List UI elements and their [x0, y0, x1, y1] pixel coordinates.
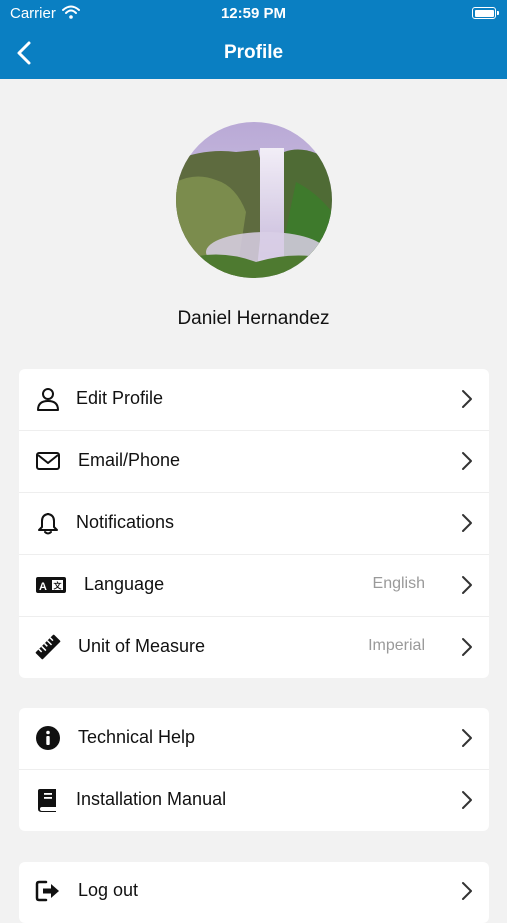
row-label: Email/Phone	[78, 450, 181, 470]
chevron-right-icon	[462, 390, 472, 408]
technical-help-row[interactable]: Technical Help	[19, 708, 489, 770]
row-label: Installation Manual	[76, 789, 227, 809]
svg-text:文: 文	[54, 581, 63, 591]
bell-icon	[38, 512, 58, 535]
person-icon	[37, 388, 59, 411]
installation-manual-row[interactable]: Installation Manual	[19, 770, 489, 831]
chevron-right-icon	[462, 452, 472, 470]
chevron-right-icon	[462, 514, 472, 532]
avatar[interactable]	[176, 122, 332, 278]
info-icon	[36, 726, 60, 750]
svg-text:A: A	[39, 581, 47, 593]
email-phone-row[interactable]: Email/Phone	[19, 431, 489, 493]
chevron-right-icon	[462, 729, 472, 747]
battery-icon	[472, 7, 499, 19]
row-label: Unit of Measure	[78, 636, 206, 656]
log-out-row[interactable]: Log out	[19, 862, 489, 923]
envelope-icon	[36, 452, 60, 470]
help-card: Technical Help Installation Manual	[19, 708, 489, 831]
chevron-right-icon	[462, 576, 472, 594]
avatar-image	[176, 122, 332, 278]
edit-profile-row[interactable]: Edit Profile	[19, 369, 489, 431]
chevron-right-icon	[462, 882, 472, 900]
row-label: Language	[84, 574, 165, 594]
language-value: English	[372, 575, 425, 592]
app-header: Carrier 12:59 PM Profile	[0, 0, 507, 79]
page-title: Profile	[223, 42, 284, 63]
row-label: Edit Profile	[76, 388, 164, 408]
row-label: Log out	[78, 880, 139, 900]
account-card: Log out	[19, 862, 489, 923]
logout-icon	[35, 880, 59, 902]
unit-of-measure-row[interactable]: Unit of Measure Imperial	[19, 617, 489, 678]
status-time: 12:59 PM	[220, 5, 287, 22]
status-bar: Carrier 12:59 PM	[0, 0, 507, 28]
ruler-icon	[35, 634, 61, 660]
language-row[interactable]: A 文 Language English	[19, 555, 489, 617]
chevron-right-icon	[462, 791, 472, 809]
language-icon: A 文	[36, 577, 66, 593]
row-label: Technical Help	[78, 727, 196, 747]
book-icon	[38, 789, 56, 812]
row-label: Notifications	[76, 512, 175, 532]
settings-card: Edit Profile Email/Phone Notifications A	[19, 369, 489, 678]
unit-value: Imperial	[368, 637, 425, 654]
chevron-right-icon	[462, 638, 472, 656]
user-name: Daniel Hernandez	[177, 308, 330, 329]
notifications-row[interactable]: Notifications	[19, 493, 489, 555]
